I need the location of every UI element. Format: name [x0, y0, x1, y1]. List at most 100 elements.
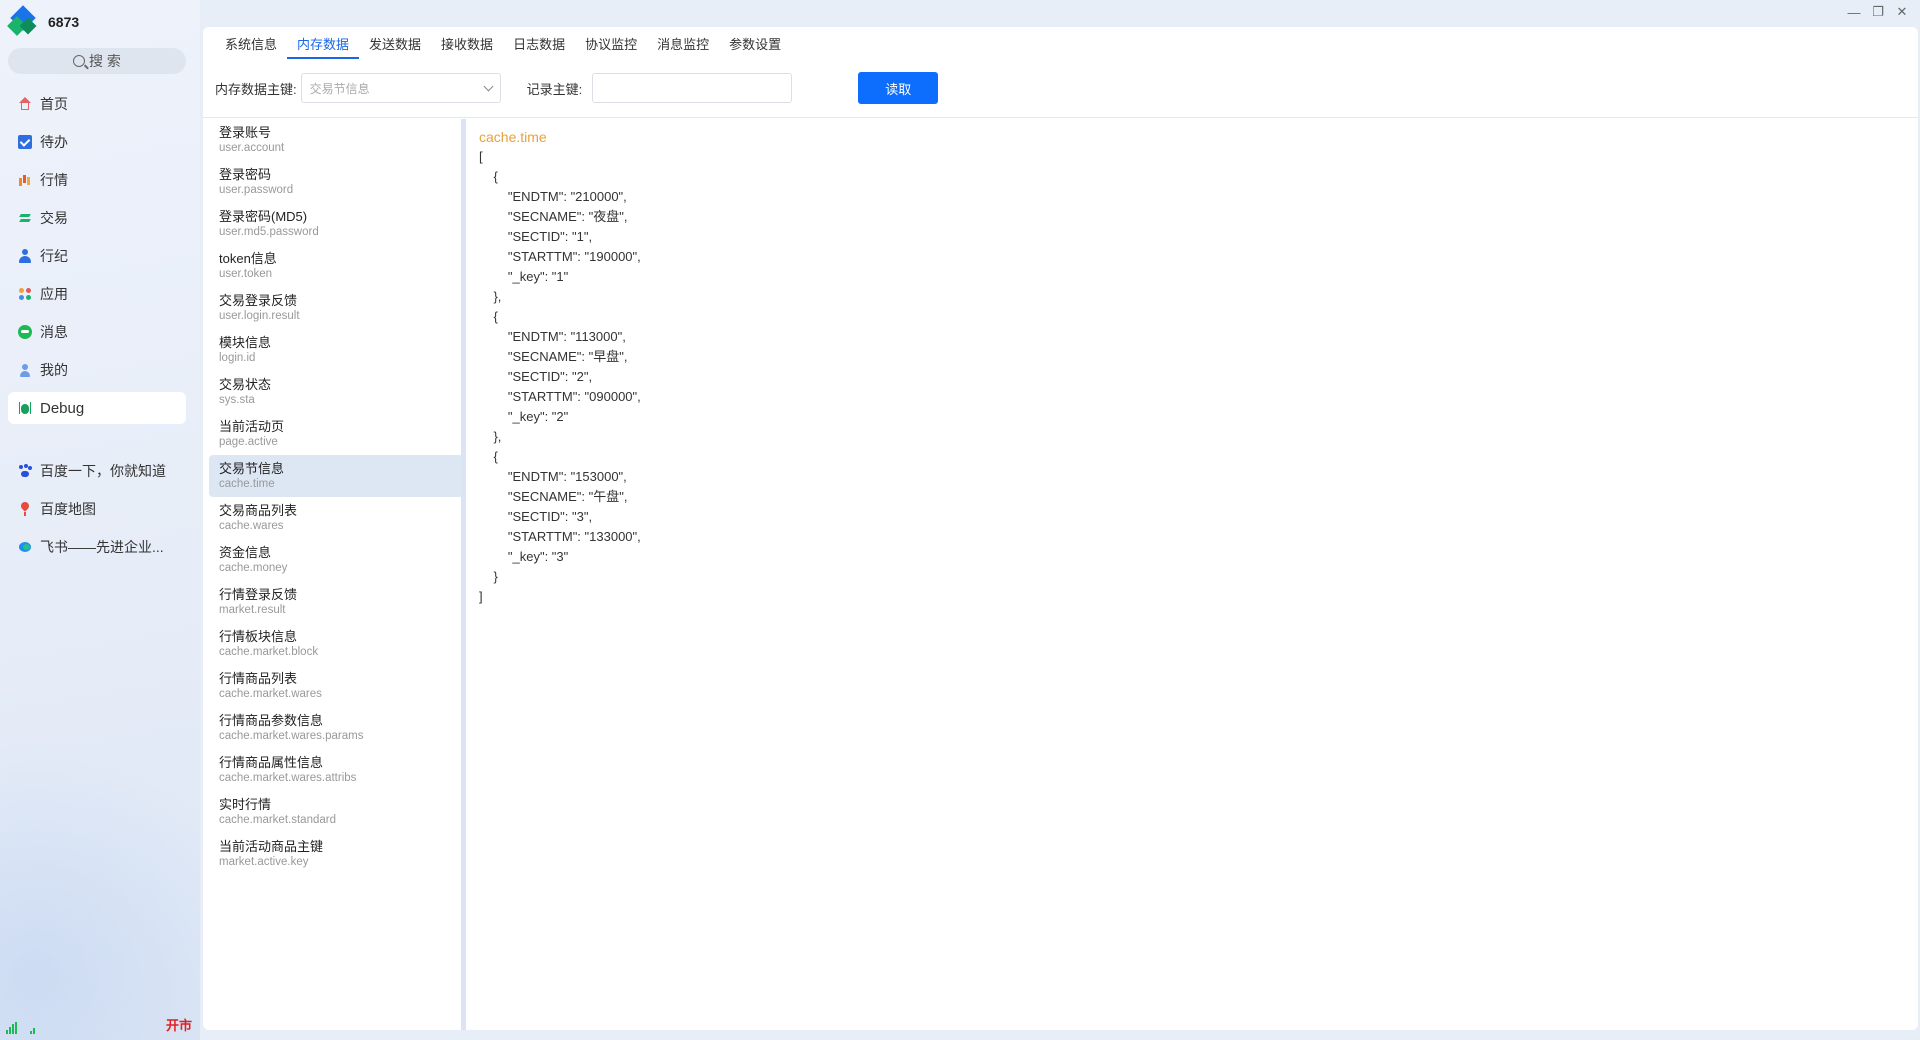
market-signal-icon [30, 1022, 44, 1034]
key-item-name: 登录账号 [219, 124, 272, 140]
key-item-market-active-key[interactable]: 当前活动商品主键 market.active.key [209, 833, 463, 875]
market-open-status: 开市 [165, 1018, 192, 1033]
minimize-icon[interactable]: — [1842, 2, 1866, 22]
main-panel: 系统信息 内存数据 发送数据 接收数据 日志数据 协议监控 消息监控 参数设置 … [203, 27, 1918, 1030]
memory-key-select[interactable]: 交易节信息 [300, 73, 501, 103]
key-item-cache-market-standard[interactable]: 实时行情 cache.market.standard [209, 791, 463, 833]
sidebar-item-apps[interactable]: 应用 [8, 279, 186, 309]
key-item-name: 交易商品列表 [219, 502, 298, 518]
key-item-cache-market-wares[interactable]: 行情商品列表 cache.market.wares [209, 665, 463, 707]
record-key-label: 记录主键: [526, 81, 583, 97]
key-item-path: cache.market.wares.attribs [219, 771, 357, 784]
key-item-path: page.active [219, 435, 278, 448]
tab-bar: 系统信息 内存数据 发送数据 接收数据 日志数据 协议监控 消息监控 参数设置 [203, 27, 791, 59]
key-item-cache-wares[interactable]: 交易商品列表 cache.wares [209, 497, 463, 539]
sidebar-item-trade[interactable]: 交易 [8, 203, 186, 233]
status-bar: 开市 [6, 1018, 192, 1034]
key-item-name: 当前活动商品主键 [219, 838, 324, 854]
app-brand: 6873 [7, 5, 80, 38]
sidebar-item-debug[interactable]: Debug [8, 392, 186, 424]
close-icon[interactable]: ✕ [1890, 2, 1914, 22]
sidebar-item-home[interactable]: 首页 [8, 89, 186, 119]
key-item-name: 登录密码 [219, 166, 272, 182]
search-placeholder: 搜 索 [89, 53, 121, 69]
key-item-name: 资金信息 [219, 544, 272, 560]
sidebar-item-label: 交易 [40, 210, 68, 226]
sidebar-link-label: 百度一下，你就知道 [40, 463, 166, 479]
json-viewer-title: cache.time [479, 129, 547, 145]
key-item-path: cache.wares [219, 519, 284, 532]
json-viewer-content: [ { "ENDTM": "210000", "SECNAME": "夜盘", … [479, 149, 641, 604]
key-item-name: 交易节信息 [219, 460, 285, 476]
sidebar-link-baidu[interactable]: 百度一下，你就知道 [8, 456, 186, 486]
memory-key-label: 内存数据主键: [215, 81, 297, 97]
key-item-cache-market-wares-attribs[interactable]: 行情商品属性信息 cache.market.wares.attribs [209, 749, 463, 791]
key-item-name: 登录密码(MD5) [219, 208, 308, 224]
sidebar-link-label: 飞书——先进企业... [40, 539, 164, 555]
key-item-path: cache.time [219, 477, 275, 490]
tab-parameter-settings[interactable]: 参数设置 [719, 27, 791, 59]
memory-key-list: 登录账号 user.account 登录密码 user.password 登录密… [209, 119, 463, 1030]
sidebar-link-feishu[interactable]: 飞书——先进企业... [8, 532, 186, 562]
key-item-user-md5-password[interactable]: 登录密码(MD5) user.md5.password [209, 203, 463, 245]
sidebar-search[interactable]: 搜 索 [8, 48, 186, 74]
key-item-path: market.result [219, 603, 286, 616]
key-item-user-login-result[interactable]: 交易登录反馈 user.login.result [209, 287, 463, 329]
memory-toolbar: 内存数据主键: 交易节信息 记录主键: 读取 [215, 72, 939, 104]
key-item-cache-market-wares-params[interactable]: 行情商品参数信息 cache.market.wares.params [209, 707, 463, 749]
key-item-user-token[interactable]: token信息 user.token [209, 245, 463, 287]
sidebar-item-label: 我的 [40, 362, 68, 378]
sidebar-item-market[interactable]: 行情 [8, 165, 186, 195]
key-item-login-id[interactable]: 模块信息 login.id [209, 329, 463, 371]
market-icon [18, 173, 32, 187]
key-item-cache-market-block[interactable]: 行情板块信息 cache.market.block [209, 623, 463, 665]
key-item-path: user.password [219, 183, 294, 196]
chevron-down-icon [483, 81, 494, 92]
read-button[interactable]: 读取 [858, 72, 939, 104]
tab-memory-data[interactable]: 内存数据 [287, 27, 360, 59]
network-signal-icon [6, 1022, 20, 1034]
key-item-name: 当前活动页 [219, 418, 285, 434]
sidebar-item-label: 行纪 [40, 248, 68, 264]
sidebar-item-mine[interactable]: 我的 [8, 355, 186, 385]
tab-log-data[interactable]: 日志数据 [503, 27, 575, 59]
json-viewer: cache.time [ { "ENDTM": "210000", "SECNA… [479, 127, 1918, 1030]
record-key-input[interactable] [592, 73, 793, 103]
app-title: 6873 [48, 14, 80, 30]
key-item-name: 行情商品列表 [219, 670, 298, 686]
mine-icon [18, 363, 32, 377]
key-item-name: 行情商品参数信息 [219, 712, 324, 728]
sidebar-link-baidu-map[interactable]: 百度地图 [8, 494, 186, 524]
sidebar-item-messages[interactable]: 消息 [8, 317, 186, 347]
tab-send-data[interactable]: 发送数据 [359, 27, 431, 59]
key-item-cache-time[interactable]: 交易节信息 cache.time [209, 455, 463, 497]
tab-system-info[interactable]: 系统信息 [215, 27, 287, 59]
sidebar-link-label: 百度地图 [40, 501, 96, 517]
toolbar-divider [203, 117, 1918, 118]
bug-icon [18, 401, 32, 415]
sidebar-item-label: 应用 [40, 286, 68, 302]
key-item-page-active[interactable]: 当前活动页 page.active [209, 413, 463, 455]
key-item-path: login.id [219, 351, 256, 364]
key-item-cache-money[interactable]: 资金信息 cache.money [209, 539, 463, 581]
key-item-name: 行情板块信息 [219, 628, 298, 644]
key-item-path: cache.market.block [219, 645, 319, 658]
sidebar-item-label: 首页 [40, 96, 68, 112]
tab-protocol-monitor[interactable]: 协议监控 [575, 27, 647, 59]
key-item-user-password[interactable]: 登录密码 user.password [209, 161, 463, 203]
user-icon [18, 249, 32, 263]
tab-receive-data[interactable]: 接收数据 [431, 27, 503, 59]
key-item-path: cache.market.standard [219, 813, 336, 826]
key-item-market-result[interactable]: 行情登录反馈 market.result [209, 581, 463, 623]
restore-icon[interactable]: ❐ [1866, 2, 1890, 22]
tab-message-monitor[interactable]: 消息监控 [647, 27, 719, 59]
panel-resize-handle[interactable] [461, 119, 466, 1030]
key-item-name: 交易状态 [219, 376, 272, 392]
message-icon [18, 325, 32, 339]
key-item-sys-sta[interactable]: 交易状态 sys.sta [209, 371, 463, 413]
key-item-user-account[interactable]: 登录账号 user.account [209, 119, 463, 161]
sidebar-item-todo[interactable]: 待办 [8, 127, 186, 157]
memory-key-select-value: 交易节信息 [309, 81, 370, 96]
sidebar-item-broker[interactable]: 行纪 [8, 241, 186, 271]
key-item-name: 实时行情 [219, 796, 272, 812]
